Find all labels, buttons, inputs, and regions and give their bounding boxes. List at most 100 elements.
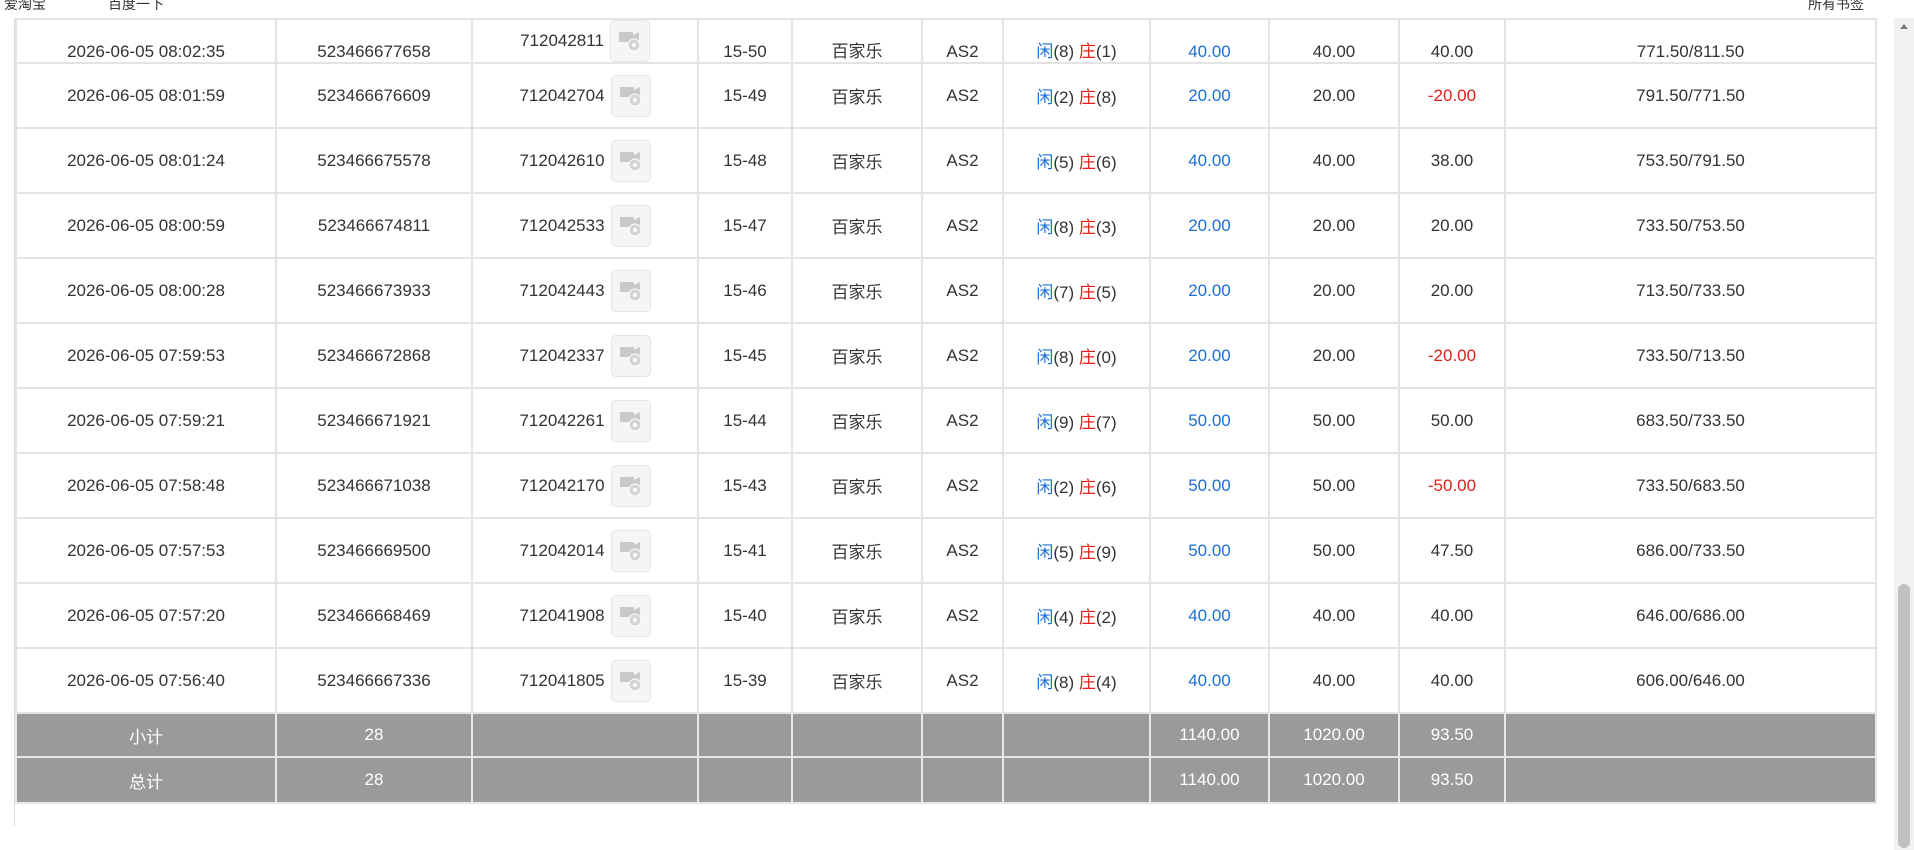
bet-amount: 20.00 bbox=[1149, 322, 1270, 389]
table-code: AS2 bbox=[921, 257, 1004, 324]
video-replay-icon[interactable] bbox=[610, 334, 651, 377]
banker-label: 庄 bbox=[1078, 88, 1096, 107]
balance-change: 686.00/733.50 bbox=[1504, 517, 1877, 584]
banker-label: 庄 bbox=[1078, 348, 1096, 367]
table-row: 2026-06-05 08:00:28 523466673933 712042443… bbox=[15, 257, 1877, 324]
round-number: 712042443 bbox=[519, 280, 605, 300]
table-row: 2026-06-05 08:01:59 523466676609 712042704… bbox=[15, 62, 1877, 129]
result-cell: 闲(7) 庄(5) bbox=[1002, 257, 1151, 324]
result-cell: 闲(2) 庄(6) bbox=[1002, 452, 1151, 519]
order-number: 523466669500 bbox=[275, 517, 473, 584]
player-label: 闲 bbox=[1036, 543, 1054, 562]
video-replay-icon[interactable] bbox=[610, 74, 651, 117]
subtotal-win: 93.50 bbox=[1398, 712, 1506, 758]
round-number: 712042337 bbox=[519, 345, 605, 365]
total-valid: 1020.00 bbox=[1268, 756, 1400, 804]
player-label: 闲 bbox=[1036, 218, 1054, 237]
win-loss: 50.00 bbox=[1398, 387, 1506, 454]
round-number: 712042261 bbox=[519, 410, 605, 430]
banker-label: 庄 bbox=[1078, 673, 1096, 692]
bet-time: 2026-06-05 07:57:20 bbox=[15, 582, 277, 649]
video-replay-icon bbox=[618, 32, 641, 52]
shoe-number: 15-47 bbox=[697, 192, 793, 259]
table-row: 2026-06-05 07:59:53 523466672868 712042337… bbox=[15, 322, 1877, 389]
win-loss: 38.00 bbox=[1398, 127, 1506, 194]
round-number-cell: 712042811 bbox=[471, 18, 699, 64]
video-replay-icon[interactable] bbox=[610, 659, 651, 702]
bet-time: 2026-06-05 08:02:35 bbox=[15, 18, 277, 64]
banker-points: (1) bbox=[1095, 42, 1117, 61]
video-replay-icon bbox=[619, 86, 642, 106]
table-code: AS2 bbox=[921, 517, 1004, 584]
banker-points: (2) bbox=[1095, 608, 1117, 627]
video-replay-icon bbox=[619, 411, 642, 431]
game-type: 百家乐 bbox=[791, 517, 923, 584]
video-replay-icon bbox=[619, 476, 642, 496]
order-number: 523466671921 bbox=[275, 387, 473, 454]
game-type: 百家乐 bbox=[791, 257, 923, 324]
page-scrollbar[interactable] bbox=[1894, 18, 1914, 850]
table-code: AS2 bbox=[921, 582, 1004, 649]
player-points: (9) bbox=[1053, 413, 1075, 432]
subtotal-row: 小计 28 1140.00 1020.00 93.50 bbox=[15, 712, 1877, 758]
balance-change: 683.50/733.50 bbox=[1504, 387, 1877, 454]
total-bet: 1140.00 bbox=[1149, 756, 1270, 804]
bet-amount: 40.00 bbox=[1149, 18, 1270, 64]
bookmark-all[interactable]: 所有书签 bbox=[1808, 0, 1864, 14]
player-points: (8) bbox=[1053, 42, 1075, 61]
shoe-number: 15-43 bbox=[697, 452, 793, 519]
video-replay-icon[interactable] bbox=[610, 529, 651, 572]
round-number-cell: 712042261 bbox=[471, 387, 699, 454]
video-replay-icon[interactable] bbox=[610, 399, 651, 442]
order-number: 523466673933 bbox=[275, 257, 473, 324]
player-points: (8) bbox=[1053, 348, 1075, 367]
win-loss: 47.50 bbox=[1398, 517, 1506, 584]
shoe-number: 15-45 bbox=[697, 322, 793, 389]
player-points: (5) bbox=[1053, 543, 1075, 562]
video-replay-icon[interactable] bbox=[609, 21, 650, 61]
balance-change: 733.50/753.50 bbox=[1504, 192, 1877, 259]
player-label: 闲 bbox=[1036, 413, 1054, 432]
bet-amount: 50.00 bbox=[1149, 452, 1270, 519]
bookmark-aitaobao[interactable]: 爱淘宝 bbox=[4, 0, 46, 14]
order-number: 523466676609 bbox=[275, 62, 473, 129]
player-label: 闲 bbox=[1036, 153, 1054, 172]
table-row: 2026-06-05 08:01:24 523466675578 712042610… bbox=[15, 127, 1877, 194]
banker-label: 庄 bbox=[1078, 413, 1096, 432]
subtotal-count: 28 bbox=[275, 712, 473, 758]
banker-points: (6) bbox=[1095, 478, 1117, 497]
banker-points: (4) bbox=[1095, 673, 1117, 692]
round-number-cell: 712041805 bbox=[471, 647, 699, 714]
video-replay-icon[interactable] bbox=[610, 594, 651, 637]
video-replay-icon[interactable] bbox=[610, 464, 651, 507]
scroll-up-arrow-icon[interactable] bbox=[1900, 24, 1908, 29]
player-label: 闲 bbox=[1036, 283, 1054, 302]
player-label: 闲 bbox=[1036, 673, 1054, 692]
game-type: 百家乐 bbox=[791, 192, 923, 259]
game-type: 百家乐 bbox=[791, 387, 923, 454]
round-number: 712042170 bbox=[519, 475, 605, 495]
bookmark-baidu[interactable]: 百度一下 bbox=[108, 0, 164, 14]
player-points: (2) bbox=[1053, 88, 1075, 107]
video-replay-icon bbox=[619, 346, 642, 366]
bookmarks-bar: 爱淘宝 百度一下 所有书签 bbox=[0, 0, 1914, 18]
valid-bet: 20.00 bbox=[1268, 322, 1400, 389]
table-row: 2026-06-05 07:57:20 523466668469 712041908… bbox=[15, 582, 1877, 649]
video-replay-icon bbox=[619, 671, 642, 691]
video-replay-icon[interactable] bbox=[610, 269, 651, 312]
video-replay-icon[interactable] bbox=[610, 139, 651, 182]
balance-change: 791.50/771.50 bbox=[1504, 62, 1877, 129]
bet-records-table: 2026-06-05 08:02:35 523466677658 712042811… bbox=[15, 18, 1877, 804]
player-label: 闲 bbox=[1036, 42, 1054, 61]
video-replay-icon[interactable] bbox=[610, 204, 651, 247]
total-win: 93.50 bbox=[1398, 756, 1506, 804]
bet-time: 2026-06-05 07:57:53 bbox=[15, 517, 277, 584]
round-number: 712042610 bbox=[519, 150, 605, 170]
table-code: AS2 bbox=[921, 192, 1004, 259]
player-points: (2) bbox=[1053, 478, 1075, 497]
bet-amount: 50.00 bbox=[1149, 517, 1270, 584]
table-row: 2026-06-05 07:57:53 523466669500 712042014… bbox=[15, 517, 1877, 584]
scrollbar-thumb[interactable] bbox=[1898, 584, 1910, 848]
game-type: 百家乐 bbox=[791, 582, 923, 649]
shoe-number: 15-46 bbox=[697, 257, 793, 324]
